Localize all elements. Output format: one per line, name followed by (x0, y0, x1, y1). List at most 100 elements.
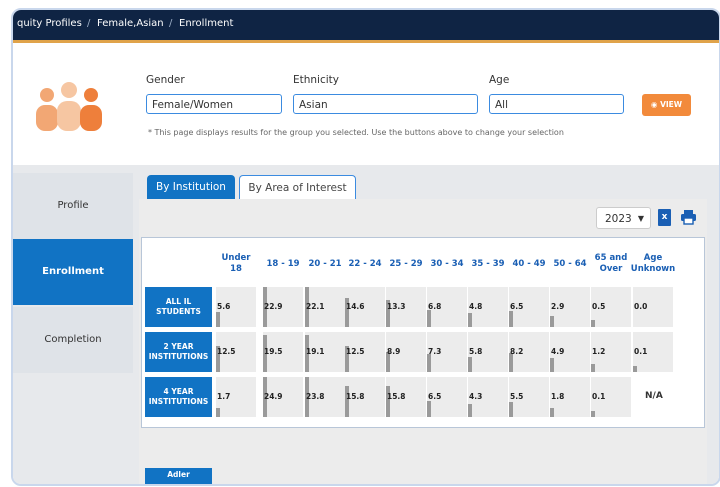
table-cell: 7.3 (427, 332, 467, 372)
table-cell: 0.5 (591, 287, 631, 327)
breadcrumb-separator: / (87, 18, 91, 29)
value-bar (591, 320, 595, 327)
row-header-partial: Adler (145, 468, 212, 484)
table-cell: 0.0 (633, 287, 673, 327)
row-header-line: STUDENTS (156, 307, 201, 316)
table-cell: 5.6 (216, 287, 256, 327)
table-cell-partial (550, 468, 590, 484)
table-cell-value: 15.8 (387, 392, 406, 401)
table-cell: 19.5 (263, 332, 303, 372)
value-bar (468, 313, 472, 327)
table-cell: 4.3 (468, 377, 508, 417)
table-cell-value: 14.6 (346, 302, 365, 311)
selection-note: * This page displays results for the gro… (148, 128, 564, 137)
row-header-line: 4 YEAR (163, 387, 194, 396)
table-cell-value: 12.5 (346, 347, 365, 356)
table-cell-value: 12.5 (217, 347, 236, 356)
table-cell-value: 1.2 (592, 347, 606, 356)
table-cell-value: 22.9 (264, 302, 283, 311)
breadcrumb-item[interactable]: Female,Asian (97, 18, 164, 29)
breadcrumb-item[interactable]: quity Profiles (17, 18, 82, 29)
table-cell-partial (305, 468, 345, 484)
table-cell-value: 5.6 (217, 302, 231, 311)
table-cell: 1.8 (550, 377, 590, 417)
table-cell-value: 23.8 (306, 392, 325, 401)
table-cell: 13.3 (386, 287, 426, 327)
value-bar (427, 310, 431, 327)
sidebar-item-completion[interactable]: Completion (13, 307, 133, 373)
table-cell-value: 6.8 (428, 302, 442, 311)
table-cell-value: 6.5 (510, 302, 524, 311)
table-cell: 1.2 (591, 332, 631, 372)
table-cell-value: 13.3 (387, 302, 406, 311)
row-header-label: 4 YEAR INSTITUTIONS (149, 387, 209, 407)
table-cell-value: 24.9 (264, 392, 283, 401)
excel-download-icon[interactable]: x (658, 209, 671, 226)
print-icon[interactable] (680, 209, 697, 225)
eye-icon: ◉ (650, 100, 658, 109)
table-cell: 22.9 (263, 287, 303, 327)
row-header: 2 YEAR INSTITUTIONS (145, 332, 212, 372)
column-header: Age Unknown (627, 253, 679, 275)
age-select[interactable]: All (489, 94, 624, 114)
row-header-line: INSTITUTIONS (148, 397, 209, 406)
row-header: ALL IL STUDENTS (145, 287, 212, 327)
value-bar (427, 354, 431, 372)
row-header-label: ALL IL STUDENTS (156, 297, 201, 317)
table-cell: 0.1 (591, 377, 631, 417)
table-cell: 22.1 (305, 287, 345, 327)
table-cell: 23.8 (305, 377, 345, 417)
table-cell-partial (345, 468, 385, 484)
sidebar-item-enrollment[interactable]: Enrollment (13, 239, 133, 305)
value-bar (509, 402, 513, 417)
people-group-icon (36, 82, 102, 131)
ethnicity-label: Ethnicity (293, 74, 339, 86)
table-cell-value: 0.1 (634, 347, 648, 356)
table-cell-value: 5.8 (469, 347, 483, 356)
table-cell: 15.8 (345, 377, 385, 417)
year-select[interactable]: 2023 ▼ (596, 207, 651, 229)
table-cell: 1.7 (216, 377, 256, 417)
row-header: 4 YEAR INSTITUTIONS (145, 377, 212, 417)
table-cell: 0.1 (633, 332, 673, 372)
table-cell: 8.2 (509, 332, 549, 372)
value-bar (591, 411, 595, 417)
table-cell: 8.9 (386, 332, 426, 372)
value-bar (216, 408, 220, 417)
gender-select[interactable]: Female/Women (146, 94, 282, 114)
table-cell: 12.5 (345, 332, 385, 372)
table-cell: 24.9 (263, 377, 303, 417)
table-cell: 5.5 (509, 377, 549, 417)
table-cell-value: 22.1 (306, 302, 325, 311)
table-cell-partial (386, 468, 426, 484)
table-cell-partial (427, 468, 467, 484)
table-cell-partial (468, 468, 508, 484)
tab-by-area-of-interest[interactable]: By Area of Interest (239, 175, 356, 199)
value-bar (386, 386, 390, 417)
breadcrumb-bar: quity Profiles / Female,Asian / Enrollme… (13, 10, 719, 43)
value-bar (216, 312, 220, 327)
value-bar (633, 366, 637, 372)
row-header-label: 2 YEAR INSTITUTIONS (149, 342, 209, 362)
view-button-label: VIEW (660, 100, 683, 109)
table-cell-partial (263, 468, 303, 484)
sidebar-item-profile[interactable]: Profile (13, 173, 133, 239)
value-bar (468, 404, 472, 417)
value-bar (345, 386, 349, 417)
breadcrumb-separator: / (169, 18, 173, 29)
table-cell-value: N/A (645, 391, 663, 401)
table-cell-value: 0.0 (634, 302, 648, 311)
table-cell-value: 19.5 (264, 347, 283, 356)
value-bar (427, 401, 431, 417)
table-cell-value: 5.5 (510, 392, 524, 401)
row-header-line: INSTITUTIONS (148, 352, 209, 361)
value-bar (468, 357, 472, 372)
table-cell-partial (633, 468, 673, 484)
table-cell-value: 4.8 (469, 302, 483, 311)
tab-by-institution[interactable]: By Institution (147, 175, 235, 199)
table-cell: 4.8 (468, 287, 508, 327)
table-cell-value: 1.8 (551, 392, 565, 401)
ethnicity-select[interactable]: Asian (293, 94, 478, 114)
table-cell-partial (216, 468, 256, 484)
view-button[interactable]: ◉ VIEW (642, 94, 691, 116)
